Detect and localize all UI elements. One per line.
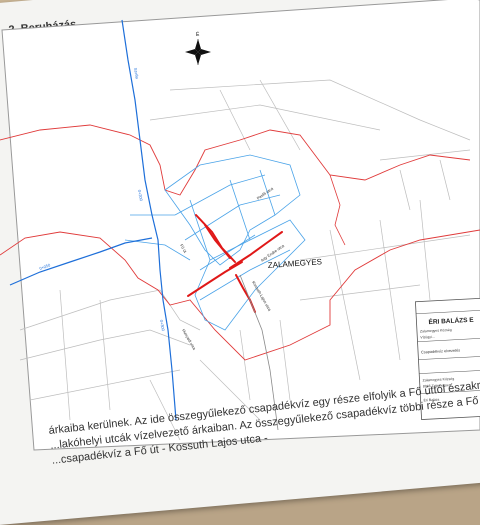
map-sheet: Szetla 0+200 0+300 0+050 Fő út Kossuth L…: [0, 0, 480, 480]
map-paper: [1, 0, 480, 451]
title-row: Vízügyi...: [420, 335, 435, 340]
